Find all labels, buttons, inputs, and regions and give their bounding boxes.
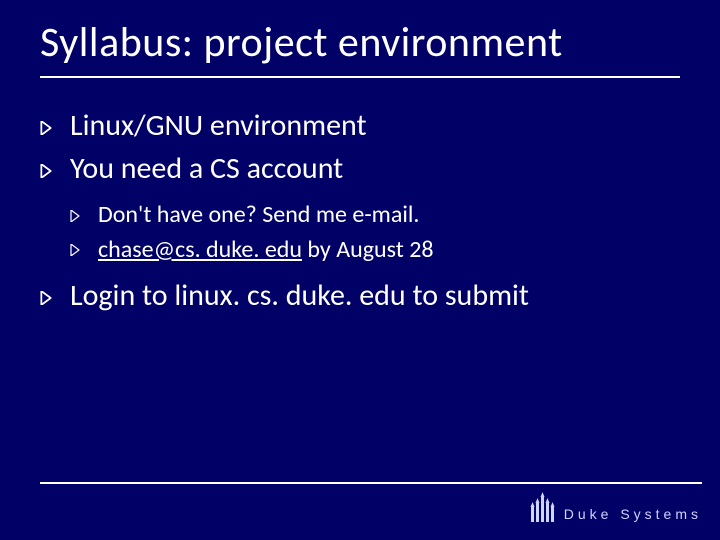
triangle-bullet-icon [40, 164, 52, 178]
triangle-bullet-icon [40, 291, 52, 305]
bullet-text-tail: by August 28 [302, 235, 434, 264]
bullet-text: Don't have one? Send me e-mail. [98, 200, 419, 229]
brand: Duke Systems [40, 492, 702, 522]
slide: Syllabus: project environment Linux/GNU … [0, 0, 720, 540]
bullet-text: You need a CS account [70, 150, 343, 187]
bullet-list: Linux/GNU environment You need a CS acco… [40, 106, 680, 316]
list-item: chase@cs. duke. edu by August 28 [70, 234, 680, 266]
list-item: Login to linux. cs. duke. edu to submit [40, 276, 680, 317]
bullet-text: Login to linux. cs. duke. edu to submit [70, 277, 529, 314]
bullet-text: Linux/GNU environment [70, 107, 367, 144]
slide-title: Syllabus: project environment [40, 20, 680, 78]
brand-text: Duke Systems [564, 507, 702, 522]
footer-rule [40, 482, 702, 484]
footer: Duke Systems [40, 482, 702, 522]
sub-bullet-list: Don't have one? Send me e-mail. chase@cs… [70, 199, 680, 266]
chapel-icon [528, 492, 556, 522]
triangle-bullet-icon [40, 121, 52, 135]
brand-word: Systems [620, 506, 702, 522]
brand-word: Duke [564, 506, 613, 522]
list-item: Linux/GNU environment [40, 106, 680, 147]
triangle-bullet-icon [70, 210, 80, 222]
list-item: Don't have one? Send me e-mail. [70, 199, 680, 231]
triangle-bullet-icon [70, 244, 80, 256]
email-link[interactable]: chase@cs. duke. edu [98, 235, 302, 264]
list-item: You need a CS account Don't have one? Se… [40, 149, 680, 266]
